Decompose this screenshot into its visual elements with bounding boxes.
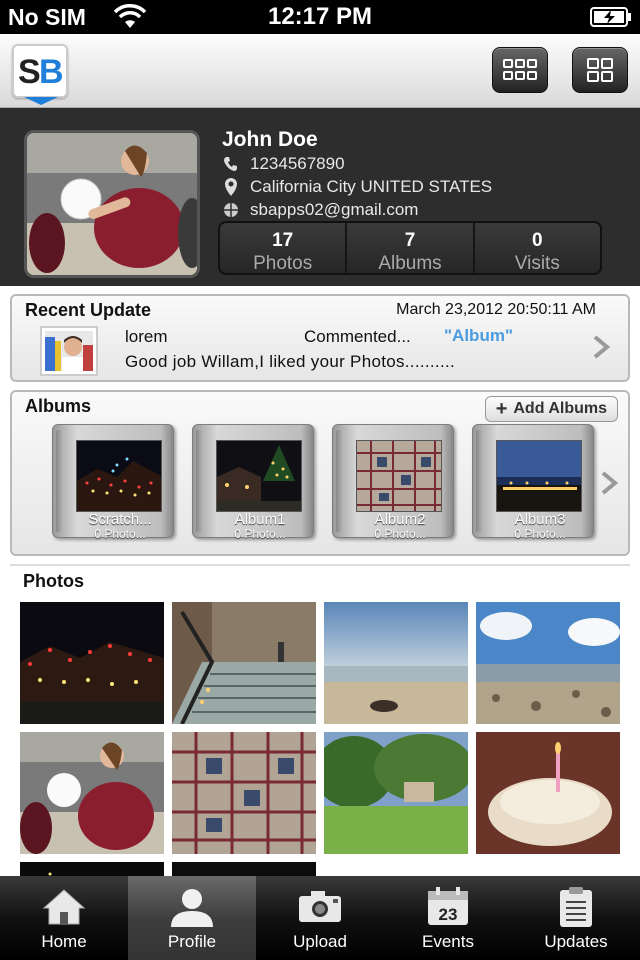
album-cover: [216, 440, 302, 512]
photo-thumbnail[interactable]: [476, 602, 620, 724]
albums-title: Albums: [25, 396, 92, 416]
battery-icon: [590, 7, 631, 27]
profile-name: John Doe: [222, 128, 318, 151]
tab-profile[interactable]: Profile: [128, 876, 256, 960]
location-pin-icon: [222, 178, 240, 196]
photo-thumbnail[interactable]: [324, 732, 468, 854]
profile-phone-row: 1234567890: [222, 154, 345, 174]
photo-thumbnail[interactable]: [20, 732, 164, 854]
recent-update-action: Commented...: [304, 327, 411, 346]
grid-3x3-icon: [503, 59, 537, 80]
profile-email-row: sbapps02@gmail.com: [222, 200, 418, 220]
profile-location-row: California City UNITED STATES: [222, 177, 492, 197]
album-cover: [356, 440, 442, 512]
photos-title: Photos: [23, 571, 84, 591]
stat-albums[interactable]: 7 Albums: [347, 223, 475, 273]
chevron-right-icon[interactable]: [592, 334, 610, 360]
add-albums-button[interactable]: + Add Albums: [484, 396, 618, 422]
plus-icon: +: [495, 398, 508, 420]
stat-photos[interactable]: 17 Photos: [220, 223, 348, 273]
photo-thumbnail[interactable]: [20, 602, 164, 724]
globe-icon: [222, 201, 240, 219]
album-card[interactable]: Album1 0 Photo...: [192, 424, 314, 541]
album-card[interactable]: Scratch... 0 Photo...: [52, 424, 174, 541]
album-cover: [496, 440, 582, 512]
calendar-icon: 23: [384, 886, 512, 928]
recent-update-message: Good job Willam,I liked your Photos.....…: [125, 352, 456, 371]
tab-events[interactable]: 23 Events: [384, 876, 512, 960]
albums-panel: Albums + Add Albums Scratch... 0 Photo..…: [10, 390, 630, 556]
profile-header: John Doe 1234567890 California City UNIT…: [0, 108, 640, 286]
recent-update-date: March 23,2012 20:50:11 AM: [396, 301, 596, 318]
album-card[interactable]: Album3 0 Photo...: [472, 424, 594, 541]
photo-thumbnail[interactable]: [172, 602, 316, 724]
album-card[interactable]: Album2 0 Photo...: [332, 424, 454, 541]
recent-update-avatar: [40, 326, 98, 376]
photo-thumbnail[interactable]: [476, 732, 620, 854]
stat-visits[interactable]: 0 Visits: [475, 223, 600, 273]
grid-view-3x3-button[interactable]: [492, 47, 548, 93]
photo-thumbnail[interactable]: [324, 602, 468, 724]
chevron-right-icon[interactable]: [600, 470, 618, 496]
phone-icon: [222, 155, 240, 173]
tab-home[interactable]: Home: [0, 876, 128, 960]
recent-update-target[interactable]: "Album": [444, 326, 513, 346]
grid-2x2-icon: [587, 58, 613, 82]
camera-icon: [256, 886, 384, 928]
profile-avatar[interactable]: [24, 130, 200, 278]
profile-phone: 1234567890: [250, 154, 345, 173]
tab-updates[interactable]: Updates: [512, 876, 640, 960]
home-icon: [0, 886, 128, 928]
app-logo[interactable]: S B: [12, 44, 68, 105]
recent-update-user[interactable]: lorem: [125, 327, 168, 347]
status-bar: No SIM 12:17 PM: [0, 0, 640, 34]
profile-stats: 17 Photos 7 Albums 0 Visits: [218, 221, 602, 275]
photo-thumbnail[interactable]: [172, 732, 316, 854]
profile-email: sbapps02@gmail.com: [250, 200, 419, 219]
top-navbar: S B: [0, 34, 640, 108]
calendar-day: 23: [439, 905, 458, 924]
person-icon: [128, 886, 256, 928]
recent-update-panel[interactable]: Recent Update March 23,2012 20:50:11 AM …: [10, 294, 630, 382]
clipboard-icon: [512, 886, 640, 928]
bottom-tab-bar: Home Profile Upload 23 Events Updates: [0, 876, 640, 960]
album-cover: [76, 440, 162, 512]
grid-view-2x2-button[interactable]: [572, 47, 628, 93]
profile-location: California City UNITED STATES: [250, 177, 493, 196]
clock: 12:17 PM: [267, 3, 373, 30]
photos-section: Photos: [10, 564, 630, 886]
tab-upload[interactable]: Upload: [256, 876, 384, 960]
recent-update-title: Recent Update: [25, 300, 152, 320]
